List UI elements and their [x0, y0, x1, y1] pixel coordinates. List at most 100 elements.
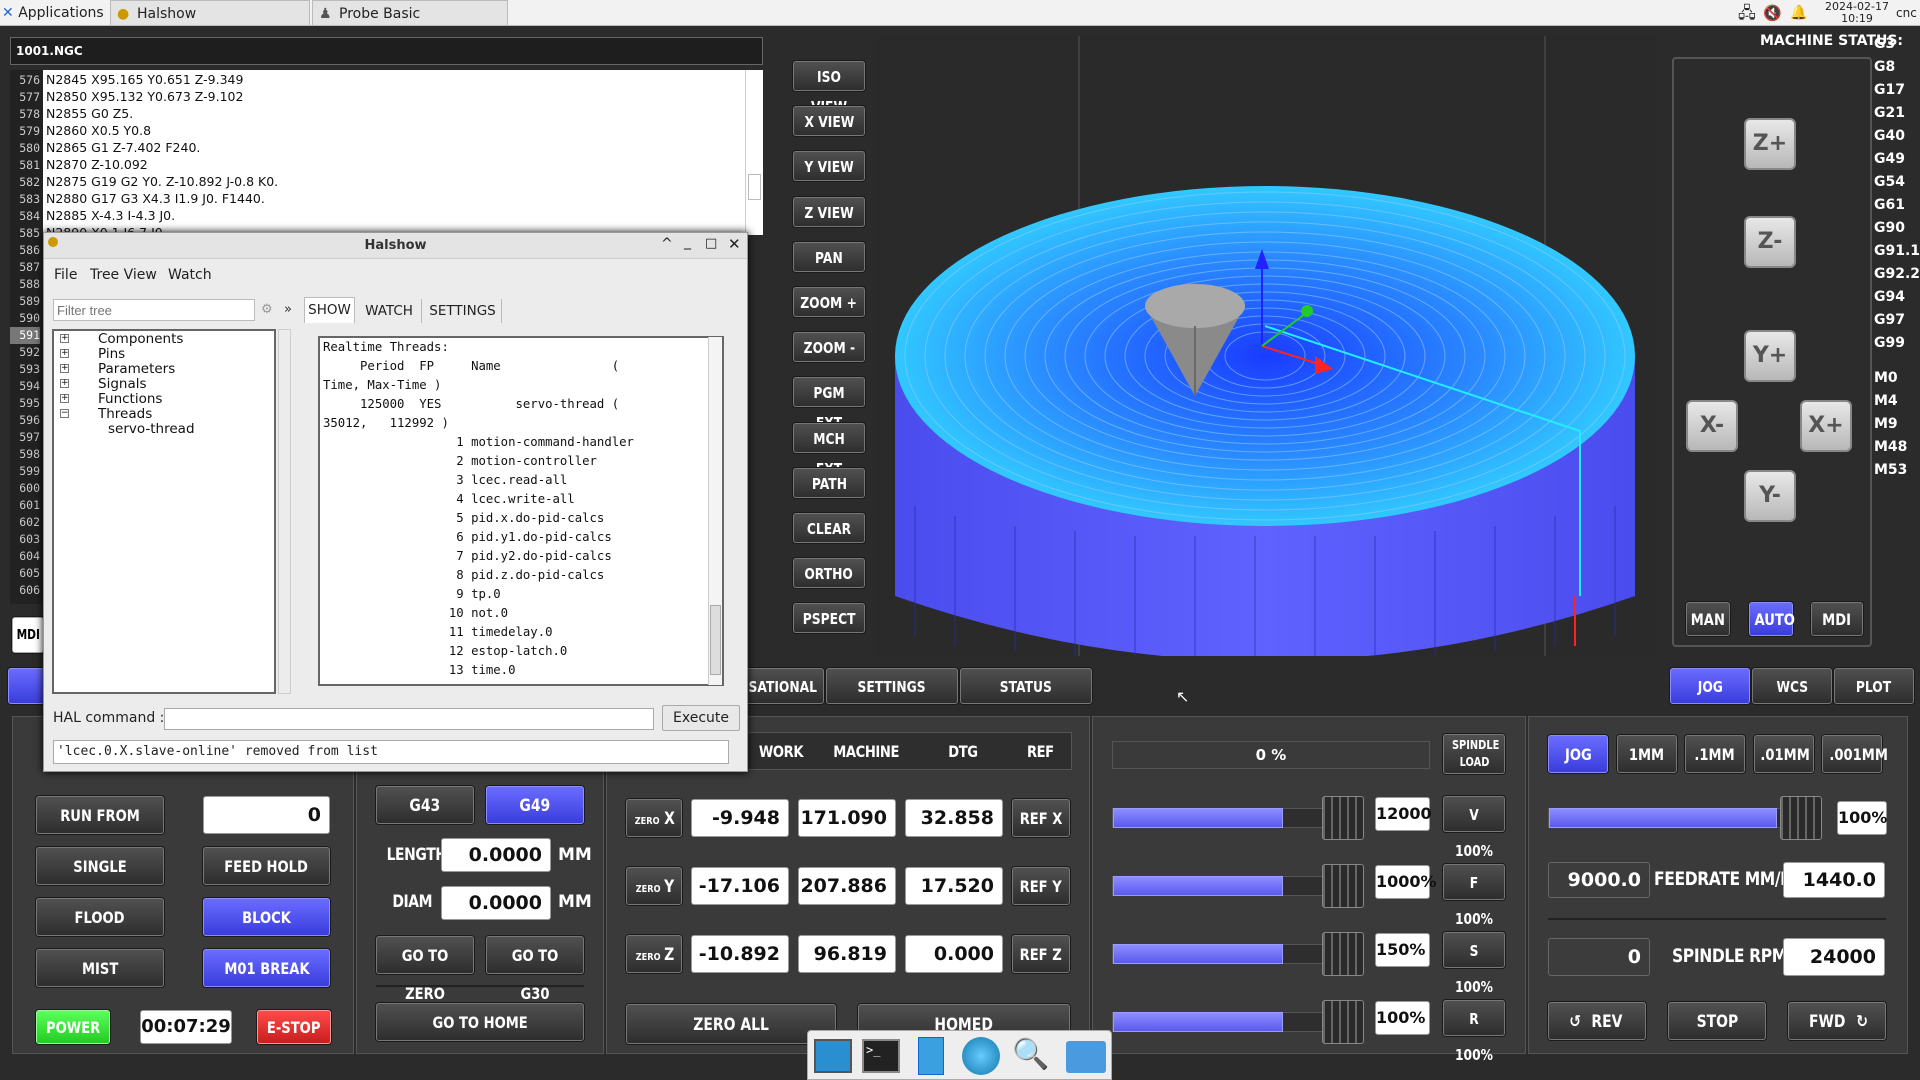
override-reset-button[interactable]: F 100% — [1443, 864, 1505, 928]
tab-wcs[interactable]: WCS — [1752, 668, 1832, 704]
halshow-titlebar[interactable]: Halshow ^ _ □ ✕ — [44, 233, 747, 259]
gcode-line[interactable]: N2870 Z-10.092 — [46, 156, 742, 173]
gcode-line[interactable]: N2850 X95.132 Y0.673 Z-9.102 — [46, 88, 742, 105]
view-button-ortho[interactable]: ORTHO — [793, 558, 865, 589]
mode-man-button[interactable]: MAN — [1686, 602, 1730, 636]
view-button-path[interactable]: PATH — [793, 467, 865, 498]
filter-settings-icon[interactable]: ⚙ — [261, 302, 273, 317]
view-button-pgm-ext[interactable]: PGM EXT — [793, 377, 865, 432]
flood-button[interactable]: FLOOD — [36, 898, 164, 936]
m01-break-button[interactable]: M01 BREAK — [203, 949, 330, 987]
hal-tree[interactable]: + Components + Pins + Parameters + Signals + Func… — [52, 329, 276, 694]
gcode-line[interactable]: N2865 G1 Z-7.402 F240. — [46, 139, 742, 156]
block-delete-button[interactable]: BLOCK DELETE — [203, 898, 330, 965]
run-from-line-input[interactable]: 0 — [203, 796, 330, 834]
zero-z-button[interactable]: ZERO Z — [626, 935, 682, 973]
gcode-line[interactable]: N2885 X-4.3 I-4.3 J0. — [46, 207, 742, 224]
override-knob[interactable] — [1322, 796, 1364, 840]
filter-tree-input[interactable] — [53, 299, 255, 321]
tree-item[interactable]: + Components — [54, 332, 274, 347]
jog-increment-button[interactable]: .01MM — [1753, 735, 1814, 773]
view-button-clear[interactable]: CLEAR — [793, 513, 865, 543]
minimize-icon[interactable]: _ — [684, 234, 691, 250]
override-slider[interactable] — [1112, 876, 1324, 896]
terminal-icon[interactable]: >_ — [862, 1039, 900, 1073]
tab-plot[interactable]: PLOT — [1834, 668, 1914, 704]
override-reset-button[interactable]: S 100% — [1443, 932, 1505, 996]
view-button-pspect[interactable]: PSPECT — [793, 603, 865, 634]
view-button-zoom-[interactable]: ZOOM + — [793, 287, 865, 317]
tree-scrollbar[interactable] — [278, 329, 291, 694]
g49-button[interactable]: G49 — [486, 786, 584, 824]
desktop-icon[interactable] — [814, 1039, 852, 1073]
tree-item[interactable]: + Parameters — [54, 362, 274, 377]
jog-increment-button[interactable]: JOG — [1548, 735, 1608, 773]
override-knob[interactable] — [1322, 864, 1364, 908]
tab-main[interactable] — [8, 668, 48, 704]
estop-button[interactable]: E-STOP — [257, 1010, 331, 1044]
tab-status[interactable]: STATUS — [960, 668, 1092, 704]
tab-settings[interactable]: SETTINGS — [826, 668, 958, 704]
tree-item[interactable]: − Threads — [54, 407, 274, 422]
gcode-scroll-thumb[interactable] — [748, 174, 761, 200]
jog-z-plus-button[interactable]: Z+ — [1744, 118, 1796, 170]
view-button-z-view[interactable]: Z VIEW — [793, 196, 865, 227]
go-to-g30-button[interactable]: GO TO G30 — [486, 936, 584, 1003]
override-reset-button[interactable]: V 100% — [1443, 796, 1505, 860]
mode-auto-button[interactable]: AUTO — [1749, 602, 1795, 636]
tree-item[interactable]: + Pins — [54, 347, 274, 362]
menu-tree-view[interactable]: Tree View — [90, 267, 157, 283]
toolpath-3d-view[interactable] — [875, 36, 1657, 661]
maximize-icon[interactable]: □ — [705, 236, 717, 251]
feed-hold-button[interactable]: FEED HOLD — [203, 847, 330, 885]
view-button-mch-ext[interactable]: MCH EXT — [793, 422, 865, 478]
tab-show[interactable]: SHOW — [304, 297, 355, 323]
gcode-scrollbar[interactable] — [745, 70, 763, 235]
view-button-y-view[interactable]: Y VIEW — [793, 151, 865, 182]
task-halshow[interactable]: ● Halshow — [110, 0, 310, 26]
jog-z-minus-button[interactable]: Z- — [1744, 216, 1796, 268]
jog-increment-button[interactable]: .1MM — [1685, 735, 1745, 773]
tab-operational[interactable]: SATIONAL — [740, 668, 824, 704]
show-scrollbar[interactable] — [708, 337, 722, 685]
jog-increment-button[interactable]: .001MM — [1822, 735, 1888, 773]
jog-x-minus-button[interactable]: X- — [1686, 400, 1738, 452]
mode-mdi-button[interactable]: MDI — [1811, 602, 1863, 636]
collapse-pane-icon[interactable]: » — [284, 302, 292, 317]
roll-up-icon[interactable]: ^ — [661, 236, 673, 252]
zero-y-button[interactable]: ZERO Y — [626, 867, 682, 905]
tree-item-servo-thread[interactable]: servo-thread — [54, 422, 274, 437]
spindle-rpm-input[interactable]: 24000 — [1783, 938, 1885, 976]
menu-watch[interactable]: Watch — [168, 267, 212, 283]
show-text-area[interactable]: Realtime Threads: Period FP Name ( Time,… — [318, 336, 724, 686]
menu-file[interactable]: File — [54, 267, 77, 283]
view-button-iso-view[interactable]: ISO VIEW — [793, 61, 865, 116]
ref-z-button[interactable]: REF Z — [1012, 935, 1070, 973]
go-to-home-button[interactable]: GO TO HOME — [376, 1003, 584, 1041]
view-button-zoom-[interactable]: ZOOM - — [793, 332, 865, 363]
run-from-line-button[interactable]: RUN FROM LINE — [36, 796, 164, 863]
folder-icon[interactable] — [1066, 1041, 1106, 1073]
override-slider[interactable] — [1112, 944, 1324, 964]
applications-menu[interactable]: ✕ Applications — [2, 0, 104, 26]
zero-x-button[interactable]: ZERO X — [626, 799, 682, 837]
mist-button[interactable]: MIST — [36, 949, 164, 987]
spindle-fwd-button[interactable]: FWD ↻ — [1788, 1002, 1886, 1040]
g43-button[interactable]: G43 — [376, 786, 474, 824]
filter-tree-field[interactable] — [54, 300, 254, 320]
jog-x-plus-button[interactable]: X+ — [1800, 400, 1852, 452]
jog-increment-button[interactable]: 1MM — [1616, 735, 1677, 773]
gcode-line[interactable]: N2875 G19 G2 Y0. Z-10.892 J-0.8 K0. — [46, 173, 742, 190]
gcode-editor[interactable]: N2845 X95.165 Y0.651 Z-9.349 N2850 X95.13… — [43, 70, 745, 240]
ref-y-button[interactable]: REF Y — [1012, 867, 1070, 905]
override-knob[interactable] — [1322, 932, 1364, 976]
override-slider[interactable] — [1112, 808, 1324, 828]
clock[interactable]: 2024-02-17 10:19 — [1822, 0, 1892, 26]
tree-item[interactable]: + Signals — [54, 377, 274, 392]
go-to-zero-button[interactable]: GO TO ZERO — [376, 936, 474, 1003]
bell-icon[interactable]: 🔔 — [1790, 0, 1807, 26]
tab-watch[interactable]: WATCH — [357, 299, 422, 323]
tab-jog[interactable]: JOG — [1670, 668, 1750, 704]
execute-button[interactable]: Execute — [662, 705, 740, 731]
show-scroll-thumb[interactable] — [710, 605, 721, 675]
